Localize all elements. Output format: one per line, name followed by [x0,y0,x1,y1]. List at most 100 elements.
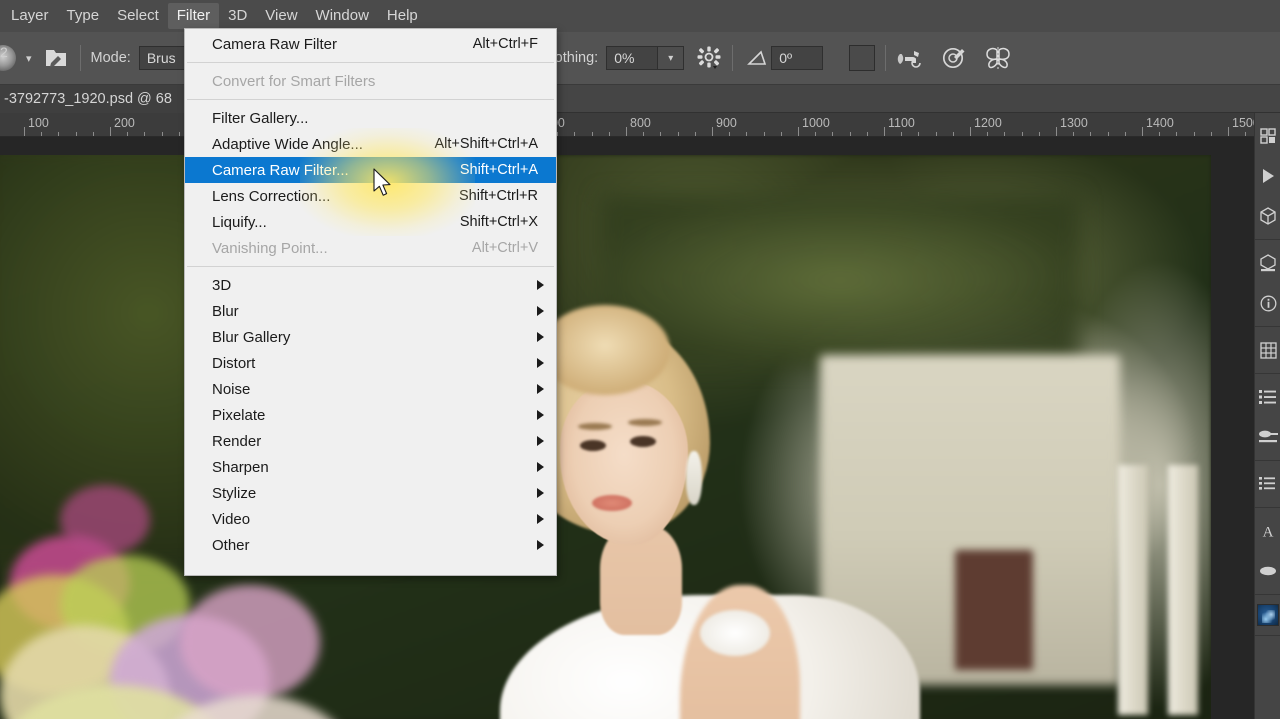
ruler-tick-minor [918,132,920,136]
ruler-tick-minor [178,132,180,136]
menu-item-lens-correction[interactable]: Lens Correction... Shift+Ctrl+R [185,183,556,209]
ruler-tick-minor [763,132,765,136]
photo-bride-lips [592,495,632,511]
ruler-tick [24,127,25,136]
character-type-icon[interactable]: A [1255,511,1280,551]
paragraph-icon[interactable] [1255,551,1280,591]
ruler-tick-minor [729,132,731,136]
menu-item-label: Blur Gallery [212,328,291,346]
histogram-grid-icon[interactable] [1255,330,1280,370]
menu-item-shortcut: Shift+Ctrl+A [459,162,538,178]
ruler-label: 1000 [802,116,830,130]
menu-item-camera-raw-filter[interactable]: Camera Raw Filter... Shift+Ctrl+A [185,157,556,183]
menu-item-sharpen[interactable]: Sharpen [185,454,556,480]
ruler-tick-minor [608,132,610,136]
menu-item-label: Filter Gallery... [212,109,309,127]
ruler-tick-minor [1090,132,1092,136]
swatches-icon[interactable] [1255,116,1280,156]
ruler-tick-minor [1038,132,1040,136]
menu-item-label: Noise [212,380,251,398]
menu-item-blur[interactable]: Blur [185,298,556,324]
photo-bride-eye [580,440,606,451]
ruler-tick-minor [849,132,851,136]
ruler-tick-minor [58,132,60,136]
menu-item-render[interactable]: Render [185,428,556,454]
photo-bride-earring [686,451,702,505]
brush-size-value: 2 [0,44,8,60]
menu-layer[interactable]: Layer [2,3,58,29]
menu-window[interactable]: Window [307,3,378,29]
menu-item-pixelate[interactable]: Pixelate [185,402,556,428]
photo-column-right [1168,465,1198,715]
menu-item-liquify[interactable]: Liquify... Shift+Ctrl+X [185,209,556,235]
ruler-tick [884,127,885,136]
pressure-size-icon[interactable] [940,44,968,72]
adjustments-list-icon[interactable] [1255,464,1280,504]
menu-type[interactable]: Type [58,3,109,29]
menu-item-3d[interactable]: 3D [185,272,556,298]
smoothing-options-button[interactable] [696,45,722,71]
menu-select[interactable]: Select [108,3,168,29]
menu-3d[interactable]: 3D [219,3,256,29]
menu-item-video[interactable]: Video [185,506,556,532]
properties-icon[interactable] [1255,243,1280,283]
chevron-right-icon [537,436,544,446]
menu-item-label: Render [212,432,262,450]
photoshop-window: Layer Type Select Filter 3D View Window … [0,0,1280,719]
filter-dropdown-menu[interactable]: Camera Raw Filter Alt+Ctrl+F Convert for S… [184,28,557,576]
menu-view[interactable]: View [256,3,306,29]
dock-group-5 [1255,461,1280,508]
dock-group-7 [1255,595,1280,636]
info-icon[interactable] [1255,283,1280,323]
menu-item-camera-raw-filter[interactable]: Camera Raw Filter Alt+Ctrl+F [185,31,556,57]
brush-folder-icon[interactable] [42,44,70,72]
chevron-down-icon[interactable]: ▾ [16,52,42,65]
menu-item-noise[interactable]: Noise [185,376,556,402]
menu-item-stylize[interactable]: Stylize [185,480,556,506]
menu-item-label: Video [212,510,251,528]
photo-door [955,550,1033,670]
ruler-tick-minor [952,132,954,136]
color-swatch[interactable] [849,45,876,71]
menu-item-shortcut: Alt+Shift+Ctrl+A [434,136,538,152]
menu-help[interactable]: Help [378,3,427,29]
photo-flower [60,485,150,555]
menu-item-label: Lens Correction... [212,187,331,205]
layers-list-icon[interactable] [1255,377,1280,417]
menu-item-label: Camera Raw Filter... [212,161,349,179]
ruler-tick-minor [1159,132,1161,136]
menu-item-blur-gallery[interactable]: Blur Gallery [185,324,556,350]
play-actions-icon[interactable] [1255,156,1280,196]
cube-3d-icon[interactable] [1255,196,1280,236]
menu-item-filter-gallery[interactable]: Filter Gallery... [185,105,556,131]
right-panel-dock: A [1254,113,1280,719]
chevron-right-icon [537,332,544,342]
menu-separator [187,62,554,63]
photo-bride-updo [540,305,670,395]
airbrush-icon[interactable] [896,44,924,72]
menu-item-distort[interactable]: Distort [185,350,556,376]
dock-group-2 [1255,240,1280,327]
ruler-tick-minor [1210,132,1212,136]
menu-item-shortcut: Shift+Ctrl+R [459,188,538,204]
document-tab[interactable]: -3792773_1920.psd @ 68 [0,85,184,113]
menu-item-other[interactable]: Other [185,532,556,558]
chevron-down-icon[interactable]: ▾ [658,46,685,70]
smoothing-combo[interactable]: 0% ▾ [606,46,685,70]
ruler-tick [712,127,713,136]
brush-angle-input[interactable]: 0º [771,46,824,70]
document-thumbnail[interactable] [1256,604,1279,626]
menu-item-label: Adaptive Wide Angle... [212,135,363,153]
document-photo[interactable] [0,155,1211,719]
photo-hedge [600,195,1080,365]
mode-label: Mode: [90,50,131,66]
menu-item-label: Vanishing Point... [212,239,328,257]
brush-settings-icon[interactable] [1255,417,1280,457]
menu-item-label: Blur [212,302,239,320]
ruler-tick [798,127,799,136]
menu-filter[interactable]: Filter [167,3,220,29]
smoothing-input[interactable]: 0% [606,46,659,70]
photo-bride-brow [578,423,612,430]
butterfly-symmetry-icon[interactable] [984,44,1012,72]
menu-item-adaptive-wide-angle[interactable]: Adaptive Wide Angle... Alt+Shift+Ctrl+A [185,131,556,157]
